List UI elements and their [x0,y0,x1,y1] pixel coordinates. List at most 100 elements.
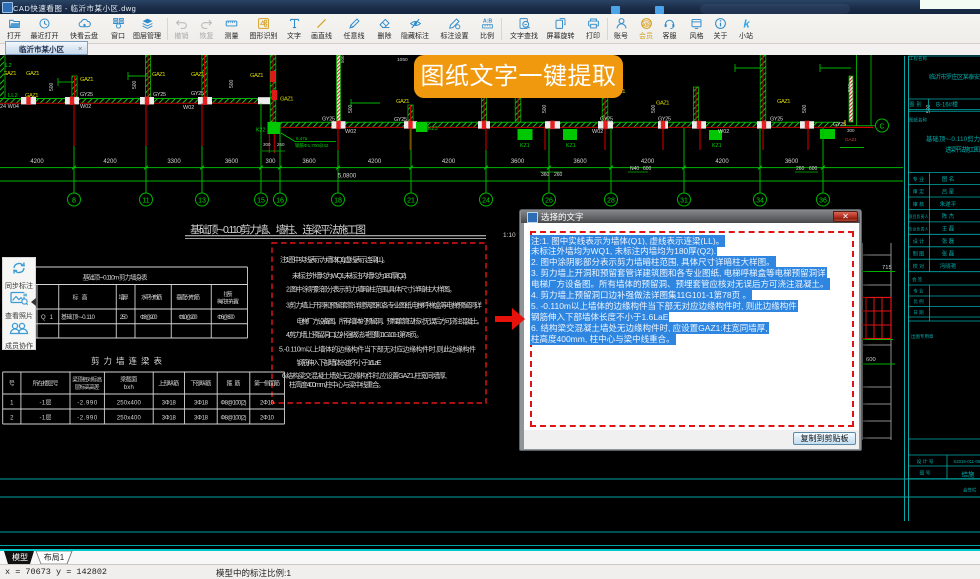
svg-text:未标注外墙均为WQ1,未标注内墙均为180厚(Q2).: 未标注外墙均为WQ1,未标注内墙均为180厚(Q2). [292,271,407,280]
svg-text:Φ10@200: Φ10@200 [179,315,199,321]
svg-text:k: k [743,18,750,29]
svg-text:500: 500 [848,83,854,92]
svg-text:进梁平法施工图: 进梁平法施工图 [945,145,980,154]
svg-text:王 磊: 王 磊 [942,226,955,233]
svg-text:600: 600 [809,166,818,172]
svg-text:3600: 3600 [785,159,799,165]
svg-text:S2019-011-056: S2019-011-056 [953,459,980,464]
svg-text:工程名称: 工程名称 [909,55,927,62]
svg-text:Φ8@200: Φ8@200 [140,315,158,321]
svg-text:4200: 4200 [715,159,729,165]
svg-text:柱高度400mm,柱中心与梁中线重合。: 柱高度400mm,柱中心与梁中线重合。 [289,380,385,389]
svg-text:张 磊: 张 磊 [942,237,955,245]
svg-text:会签栏: 会签栏 [963,487,977,494]
svg-text:18: 18 [334,197,342,204]
svg-text:GY25: GY25 [153,92,166,98]
svg-text:陈 杰: 陈 杰 [942,212,955,220]
svg-text:临沂市罗庄区某泰安: 临沂市罗庄区某泰安 [929,73,980,81]
svg-text:5.-0.110m以上墙体的边缘构件当下部无对应边缘构件时,: 5.-0.110m以上墙体的边缘构件当下部无对应边缘构件时,则此边缘构件 [279,345,476,354]
svg-text:上部纵筋: 上部纵筋 [158,380,179,388]
svg-text:基础顶~-0.110m 剪力墙身表: 基础顶~-0.110m 剪力墙身表 [83,273,149,282]
svg-text:KZ1: KZ1 [566,143,576,149]
svg-text:250x400: 250x400 [117,401,142,407]
svg-text:260: 260 [554,172,563,178]
svg-text:冯晓艳: 冯晓艳 [940,262,957,270]
svg-text:设 计 号: 设 计 号 [916,458,933,465]
svg-text:出图专用章: 出图专用章 [911,333,934,340]
svg-text:GAZ1: GAZ1 [656,101,670,107]
svg-text:500: 500 [49,82,55,91]
svg-text:1:10: 1:10 [503,232,516,239]
svg-text:注:1.图中实线表示为墙体(Q1),虚线表示连梁(LL)。: 注:1.图中实线表示为墙体(Q1),虚线表示连梁(LL)。 [280,255,389,264]
svg-text:4200: 4200 [103,159,117,165]
svg-text:3.剪力墙上开洞和预留套管详建筑图和各专业图纸,电梯呼梯盒等: 3.剪力墙上开洞和预留套管详建筑图和各专业图纸,电梯呼梯盒等电梯预留洞详 [286,301,482,310]
svg-text:GAZ1: GAZ1 [25,93,39,99]
svg-text:600: 600 [866,357,876,363]
svg-text:层标高高差: 层标高高差 [75,383,100,391]
svg-text:A:B: A:B [482,18,492,24]
svg-text:260: 260 [796,166,805,172]
svg-text:基础顶~-0.110剪力: 基础顶~-0.110剪力 [926,134,980,143]
svg-text:3600: 3600 [225,159,239,165]
svg-text:K22: K22 [256,128,265,134]
svg-text:Φ8@100(2): Φ8@100(2) [221,416,247,422]
svg-text:基础顶~-0.110: 基础顶~-0.110 [61,313,96,321]
svg-text:比 例: 比 例 [913,298,924,305]
svg-text:第一侧面筋: 第一侧面筋 [254,380,280,388]
svg-text:5,0800: 5,0800 [338,174,357,180]
svg-text:4.剪力墙上预留洞口边补强做法详图集11G101-1第78页: 4.剪力墙上预留洞口边补强做法详图集11G101-1第78页 。 [286,330,423,339]
svg-text:-1层: -1层 [40,415,52,422]
svg-text:GAZ1: GAZ1 [845,137,857,142]
svg-text:3Φ18: 3Φ18 [162,401,177,407]
svg-text:专 业: 专 业 [913,288,924,295]
svg-text:GAZ1: GAZ1 [152,72,166,78]
svg-text:张 磊: 张 磊 [942,250,955,258]
svg-text:GAZ1: GAZ1 [396,99,410,105]
svg-text:GY25: GY25 [80,92,93,98]
svg-text:N40: N40 [630,166,639,172]
svg-text:图纸名称: 图纸名称 [909,117,927,124]
svg-text:水平分布筋: 水平分布筋 [141,294,163,302]
svg-text:-2.990: -2.990 [77,401,98,407]
svg-text:21: 21 [407,197,415,204]
svg-text:W02: W02 [80,104,91,110]
svg-text:1: 1 [10,401,14,407]
svg-text:GY25: GY25 [600,117,613,123]
svg-text:Q1: Q1 [41,315,54,321]
svg-text:墙厚: 墙厚 [119,294,129,302]
svg-text:GY25: GY25 [658,117,671,123]
svg-text:校 对: 校 对 [913,263,924,270]
svg-text:bxh: bxh [124,385,134,391]
svg-text:W02: W02 [345,129,356,135]
svg-text:图 别: 图 别 [910,101,922,108]
svg-text:垂直分布筋: 垂直分布筋 [176,294,200,302]
svg-text:11: 11 [142,197,149,204]
svg-text:拉筋: 拉筋 [224,290,233,298]
svg-text:260: 260 [277,142,285,147]
svg-text:4200: 4200 [368,159,382,165]
svg-text:GAZ1: GAZ1 [777,99,791,105]
svg-text:500: 500 [132,80,138,89]
svg-text:朱遂平: 朱遂平 [940,200,957,208]
svg-text:KZ3: KZ3 [428,126,438,132]
svg-text:审 定: 审 定 [913,189,924,196]
svg-text:31: 31 [680,197,688,204]
svg-text:250: 250 [120,315,129,321]
svg-text:剪 力 墙 连 梁 表: 剪 力 墙 连 梁 表 [91,356,162,366]
svg-text:250x400: 250x400 [117,416,142,422]
svg-text:Φ6@600: Φ6@600 [217,315,235,321]
svg-text:360: 360 [541,172,550,178]
svg-text:6.47a: 6.47a [296,136,308,141]
svg-text:500: 500 [651,104,657,113]
svg-text:13: 13 [198,197,206,204]
svg-text:基础顶~-0.110剪力墙、墙柱、连梁平法施工图: 基础顶~-0.110剪力墙、墙柱、连梁平法施工图 [190,223,366,236]
svg-text:KZ1: KZ1 [712,143,722,149]
svg-text:专 业: 专 业 [913,176,924,183]
svg-text:3600: 3600 [302,159,316,165]
svg-text:3Φ18: 3Φ18 [194,401,209,407]
svg-text:W02: W02 [183,105,194,111]
svg-text:B-16#楼: B-16#楼 [936,100,958,108]
svg-text:所在楼层号: 所在楼层号 [33,380,59,388]
svg-text:LL2: LL2 [8,93,18,99]
svg-text:Φ8@100(2): Φ8@100(2) [221,401,247,407]
